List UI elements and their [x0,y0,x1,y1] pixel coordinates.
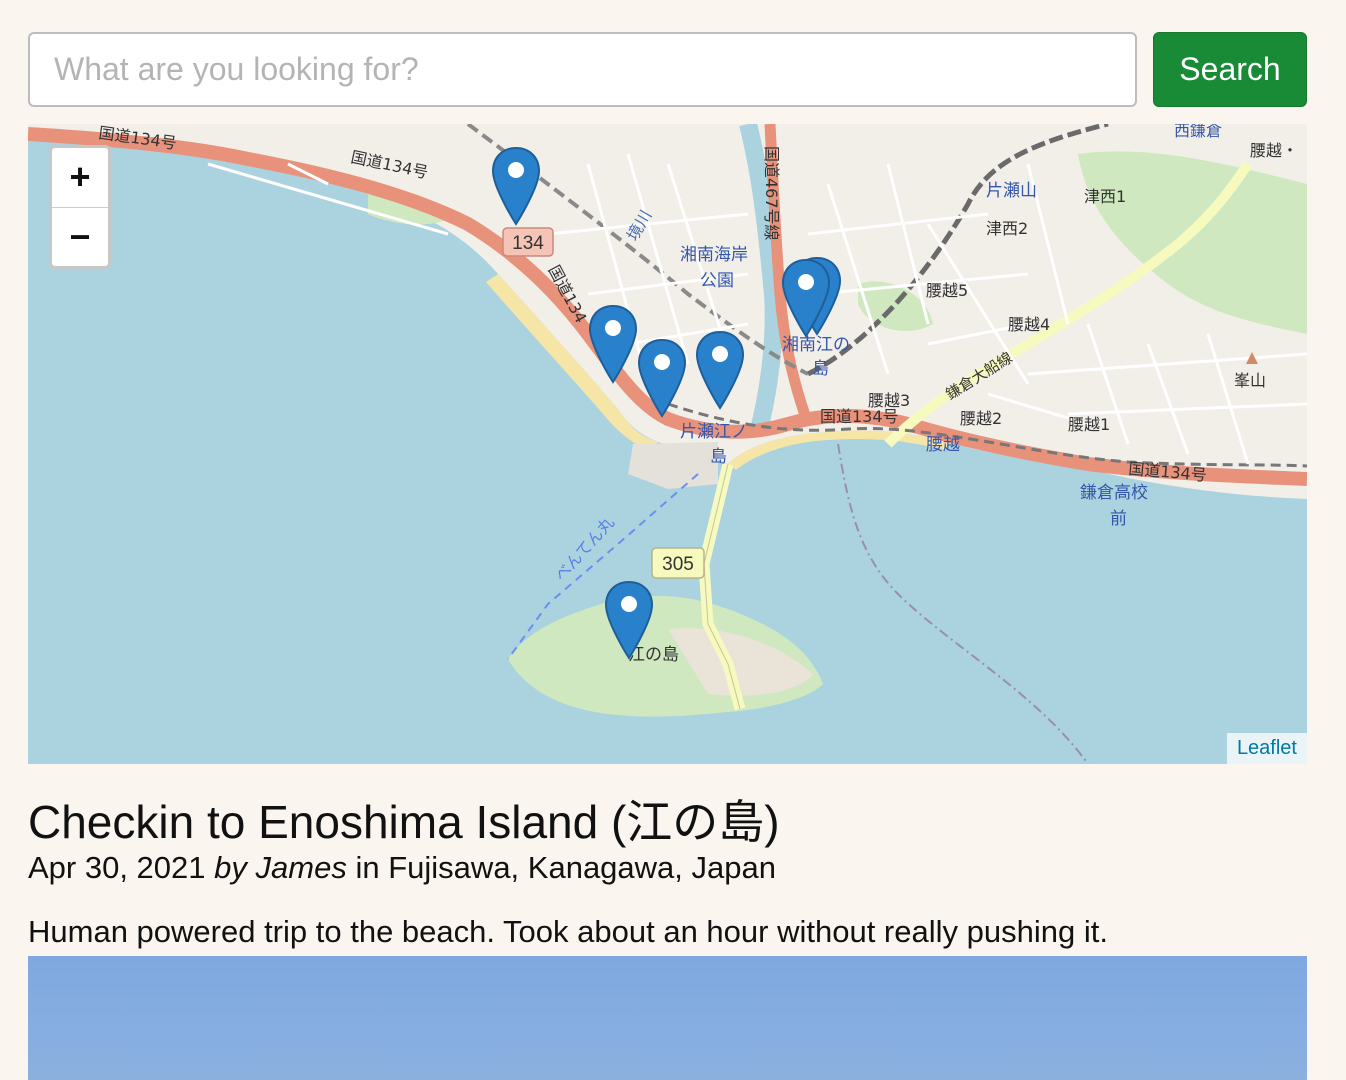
map-label: 腰越4 [1008,315,1050,334]
by-prefix: by [214,850,247,885]
map-label: 腰越5 [926,281,968,300]
map-label: 片瀬江ノ [680,422,748,442]
svg-text:134: 134 [512,233,544,254]
post-title: Checkin to Enoshima Island (江の島) [28,796,780,848]
map-label: 津西2 [986,219,1028,238]
post-date: Apr 30, 2021 [28,850,206,885]
map-marker[interactable] [604,580,654,662]
route-134-shield: 134 [502,227,554,257]
zoom-control: + − [49,145,111,269]
zoom-in-button[interactable]: + [52,148,108,208]
post-meta: Apr 30, 2021 by James in Fujisawa, Kanag… [28,850,776,886]
map[interactable]: 134 305 国道134号 国道134号 国道134 国道134号 国道134… [28,124,1307,764]
map-label: 西鎌倉 [1174,124,1222,140]
leaflet-link[interactable]: Leaflet [1237,737,1297,759]
map-marker[interactable] [588,304,638,386]
map-label: 腰越1 [1068,415,1110,434]
location-prefix: in [355,850,380,885]
map-label: 公園 [700,271,734,291]
map-label: 津西1 [1084,187,1126,206]
search-bar: Search [28,32,1307,108]
svg-text:305: 305 [662,554,694,575]
route-305-shield: 305 [651,547,705,579]
map-label: 腰越・ [1250,141,1298,160]
map-tiles[interactable]: 134 305 国道134号 国道134号 国道134 国道134号 国道134… [28,124,1307,764]
map-label: 峯山 [1234,371,1266,390]
map-marker[interactable] [491,146,541,228]
search-button[interactable]: Search [1153,32,1307,107]
map-label: 腰越 [926,435,960,455]
map-attribution: Leaflet [1226,733,1307,764]
map-marker[interactable] [695,330,745,412]
post-description: Human powered trip to the beach. Took ab… [28,914,1108,949]
map-label: 島 [710,447,727,467]
post-author-line: by James [214,850,347,885]
map-label: 腰越2 [960,409,1002,428]
map-label: 鎌倉高校 [1080,483,1148,503]
map-label: 湘南海岸 [680,245,748,265]
map-marker[interactable] [781,258,831,340]
post-author: James [255,850,347,885]
map-label: 国道467号線 [762,146,781,241]
post-location: Fujisawa, Kanagawa, Japan [388,850,776,885]
search-input[interactable] [28,32,1137,107]
map-label: 片瀬山 [986,181,1037,201]
map-marker[interactable] [637,338,687,420]
map-label: 腰越3 [868,391,910,410]
map-label: 島 [812,359,829,379]
zoom-out-button[interactable]: − [52,208,108,266]
map-label: 前 [1110,509,1127,529]
post-photo [28,956,1307,1080]
